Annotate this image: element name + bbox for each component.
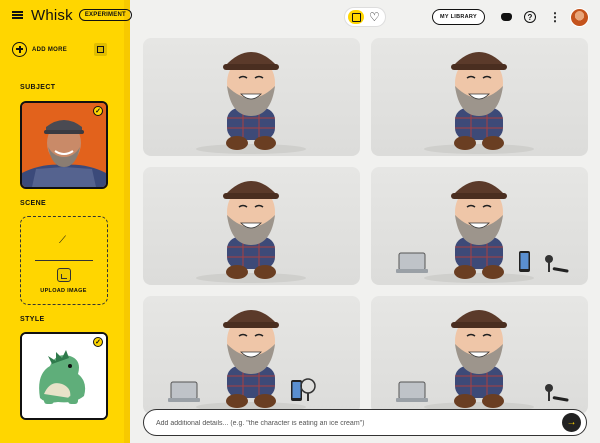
scene-label: SCENE — [20, 200, 47, 207]
help-icon[interactable]: ? — [524, 11, 536, 23]
plush-figure — [424, 52, 534, 154]
result-image[interactable] — [143, 167, 360, 285]
app-header: Whisk EXPERIMENT — [12, 6, 132, 24]
panel-collapse-icon[interactable] — [94, 43, 107, 56]
subject-photo — [22, 103, 106, 187]
result-image[interactable] — [143, 296, 360, 414]
my-library-button[interactable]: MY LIBRARY — [432, 9, 485, 25]
image-upload-icon[interactable] — [57, 268, 71, 282]
result-image[interactable] — [371, 296, 588, 414]
result-image[interactable] — [371, 38, 588, 156]
plush-figure — [396, 181, 569, 283]
add-more-button[interactable]: ADD MORE — [12, 42, 67, 57]
experiment-badge: EXPERIMENT — [78, 9, 132, 21]
subject-label: SUBJECT — [20, 84, 56, 91]
scene-upload-area[interactable]: ⟋ UPLOAD IMAGE — [20, 216, 108, 305]
discord-icon[interactable] — [500, 11, 512, 23]
plush-figure — [196, 181, 306, 283]
hamburger-icon[interactable] — [12, 11, 23, 19]
style-image[interactable]: ✓ — [20, 332, 108, 420]
plush-figure — [168, 310, 316, 412]
heart-icon[interactable]: ♡ — [369, 9, 380, 25]
sidebar-resize-edge[interactable] — [124, 0, 130, 443]
plus-circle-icon — [12, 42, 27, 57]
view-toggle[interactable]: ♡ — [344, 7, 386, 27]
result-image[interactable] — [371, 167, 588, 285]
style-selected-check-icon: ✓ — [93, 337, 103, 347]
more-vert-icon[interactable]: ⋮ — [549, 10, 561, 24]
app-title: Whisk — [31, 6, 73, 24]
magic-wand-icon[interactable]: ⟋ — [59, 235, 66, 246]
prompt-input[interactable] — [156, 416, 536, 430]
add-more-label: ADD MORE — [32, 46, 68, 53]
plush-figure — [196, 52, 306, 154]
result-image[interactable] — [143, 38, 360, 156]
subject-image[interactable]: ✓ — [20, 101, 108, 189]
dinosaur-plush-image — [22, 334, 106, 418]
grid-view-icon[interactable] — [348, 10, 364, 24]
upload-image-button[interactable]: UPLOAD IMAGE — [21, 288, 106, 294]
style-label: STYLE — [20, 316, 45, 323]
subject-selected-check-icon: ✓ — [93, 106, 103, 116]
user-avatar[interactable] — [570, 8, 589, 27]
arrow-right-icon[interactable]: → — [562, 413, 581, 432]
prompt-bar: → — [143, 409, 587, 436]
plush-figure — [396, 310, 569, 412]
scene-divider — [35, 260, 93, 261]
